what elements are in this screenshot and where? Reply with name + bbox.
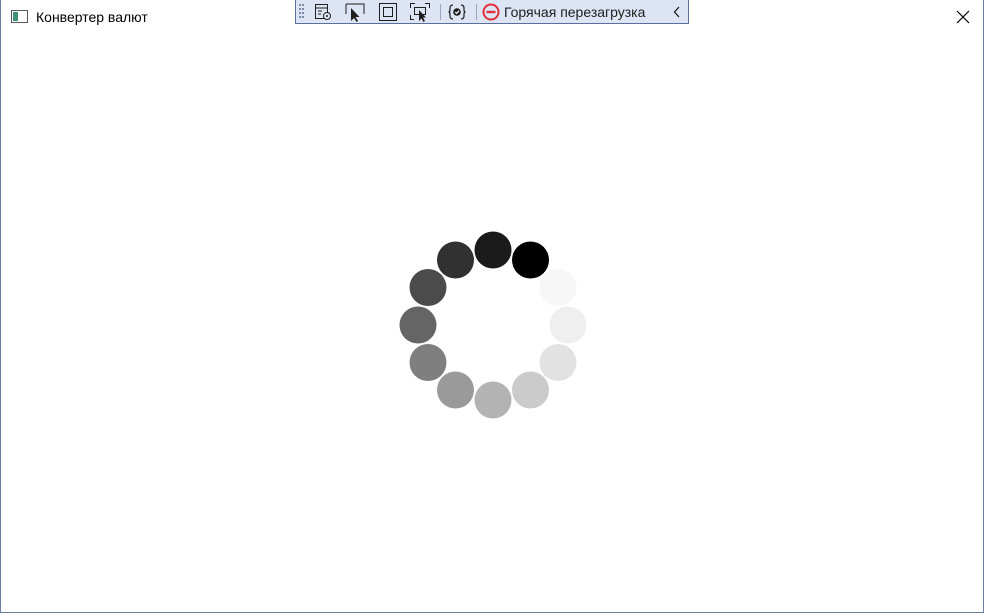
toolbar-separator (440, 4, 441, 20)
no-entry-icon (482, 3, 500, 20)
spinner-dot (409, 344, 447, 381)
close-button[interactable] (941, 0, 984, 34)
spinner-dot (474, 381, 512, 419)
select-element-button[interactable] (342, 1, 368, 22)
spinner-dot (512, 241, 549, 279)
close-icon (956, 10, 970, 24)
live-visual-tree-icon (315, 3, 331, 20)
spinner-dot (549, 306, 587, 344)
spinner-dot (539, 344, 577, 381)
hot-reload-button[interactable]: Горячая перезагрузка (482, 1, 645, 22)
spinner-dot (474, 231, 512, 269)
toolbar-grip-icon[interactable] (299, 3, 305, 21)
main-window: Конвертер валют Горячая перезагрузка (0, 0, 984, 613)
spinner-dot (409, 269, 447, 306)
toolbar-separator (476, 4, 477, 20)
hot-reload-label: Горячая перезагрузка (504, 3, 646, 20)
track-focused-element-icon (410, 2, 430, 22)
live-visual-tree-button[interactable] (310, 1, 336, 22)
track-focused-element-button[interactable] (407, 1, 433, 22)
select-element-icon (345, 3, 365, 22)
spinner-dot (437, 241, 474, 279)
collapse-toolbar-button[interactable] (668, 1, 686, 22)
spinner-dot (399, 306, 437, 344)
window-app-icon (11, 10, 28, 23)
spinner-dot (512, 371, 549, 409)
display-layout-adorners-button[interactable] (375, 1, 401, 22)
loading-spinner (399, 231, 587, 419)
display-layout-adorners-icon (379, 2, 397, 21)
spinner-dot (437, 371, 474, 409)
chevron-left-icon (673, 6, 680, 17)
window-title: Конвертер валют (36, 9, 148, 25)
xaml-runtime-toolbar: Горячая перезагрузка (295, 0, 689, 24)
binding-failures-icon (448, 3, 466, 20)
spinner-dot (539, 269, 577, 306)
binding-failures-button[interactable] (444, 1, 470, 22)
